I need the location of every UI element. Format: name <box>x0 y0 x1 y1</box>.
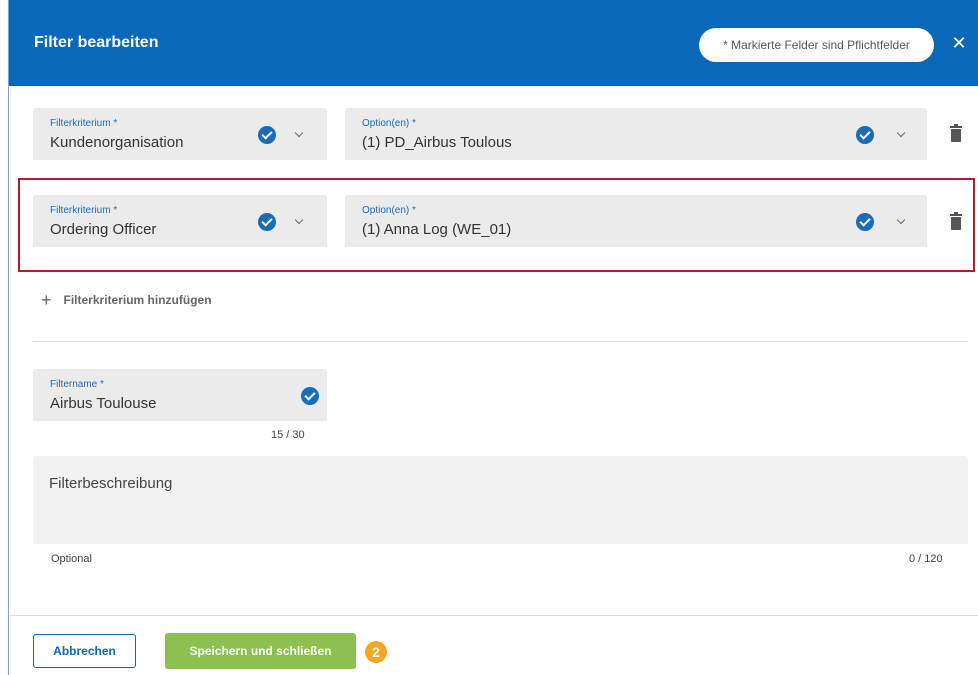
add-criterion-button[interactable]: + Filterkriterium hinzufügen <box>41 290 212 310</box>
field-label: Filterkriterium * <box>50 118 118 129</box>
field-label: Option(en) * <box>362 118 416 129</box>
chevron-down-icon[interactable] <box>894 215 908 229</box>
field-value: Ordering Officer <box>50 221 157 238</box>
check-icon <box>258 126 276 144</box>
check-icon <box>301 387 319 405</box>
filter-options-select-1[interactable]: Option(en) * (1) PD_Airbus Toulous <box>345 108 927 160</box>
chevron-down-icon[interactable] <box>894 128 908 142</box>
section-divider <box>33 341 968 342</box>
trash-icon[interactable] <box>950 124 962 142</box>
field-label: Option(en) * <box>362 205 416 216</box>
filter-edit-dialog: Filter bearbeiten * Markierte Felder sin… <box>8 0 978 675</box>
filter-name-field[interactable]: Filtername * Airbus Toulouse <box>33 369 327 421</box>
close-icon[interactable]: ✕ <box>946 30 972 56</box>
filter-name-counter: 15 / 30 <box>271 429 305 441</box>
filter-options-select-2[interactable]: Option(en) * (1) Anna Log (WE_01) <box>345 195 927 247</box>
field-value: (1) PD_Airbus Toulous <box>362 134 512 151</box>
description-counter: 0 / 120 <box>909 553 943 565</box>
description-hint: Optional <box>51 553 92 565</box>
filter-criterion-select-1[interactable]: Filterkriterium * Kundenorganisation <box>33 108 327 160</box>
field-label: Filtername * <box>50 379 104 390</box>
field-value: Kundenorganisation <box>50 134 184 151</box>
field-value: (1) Anna Log (WE_01) <box>362 221 512 238</box>
save-and-close-button[interactable]: Speichern und schließen <box>165 633 356 669</box>
chevron-down-icon[interactable] <box>292 128 306 142</box>
add-criterion-label: Filterkriterium hinzufügen <box>63 293 212 307</box>
filter-criterion-select-2[interactable]: Filterkriterium * Ordering Officer <box>33 195 327 247</box>
check-icon <box>258 213 276 231</box>
dialog-title: Filter bearbeiten <box>34 34 159 51</box>
check-icon <box>856 213 874 231</box>
required-fields-note: * Markierte Felder sind Pflichtfelder <box>699 28 934 62</box>
footer-divider <box>9 615 978 616</box>
plus-icon: + <box>41 289 52 310</box>
description-placeholder: Filterbeschreibung <box>49 475 173 492</box>
step-badge: 2 <box>365 641 387 663</box>
field-label: Filterkriterium * <box>50 205 118 216</box>
field-value: Airbus Toulouse <box>50 395 157 412</box>
dialog-header: Filter bearbeiten * Markierte Felder sin… <box>9 0 978 86</box>
trash-icon[interactable] <box>950 212 962 230</box>
cancel-button[interactable]: Abbrechen <box>33 634 136 668</box>
chevron-down-icon[interactable] <box>292 215 306 229</box>
check-icon <box>856 126 874 144</box>
filter-description-field[interactable]: Filterbeschreibung <box>33 456 968 544</box>
